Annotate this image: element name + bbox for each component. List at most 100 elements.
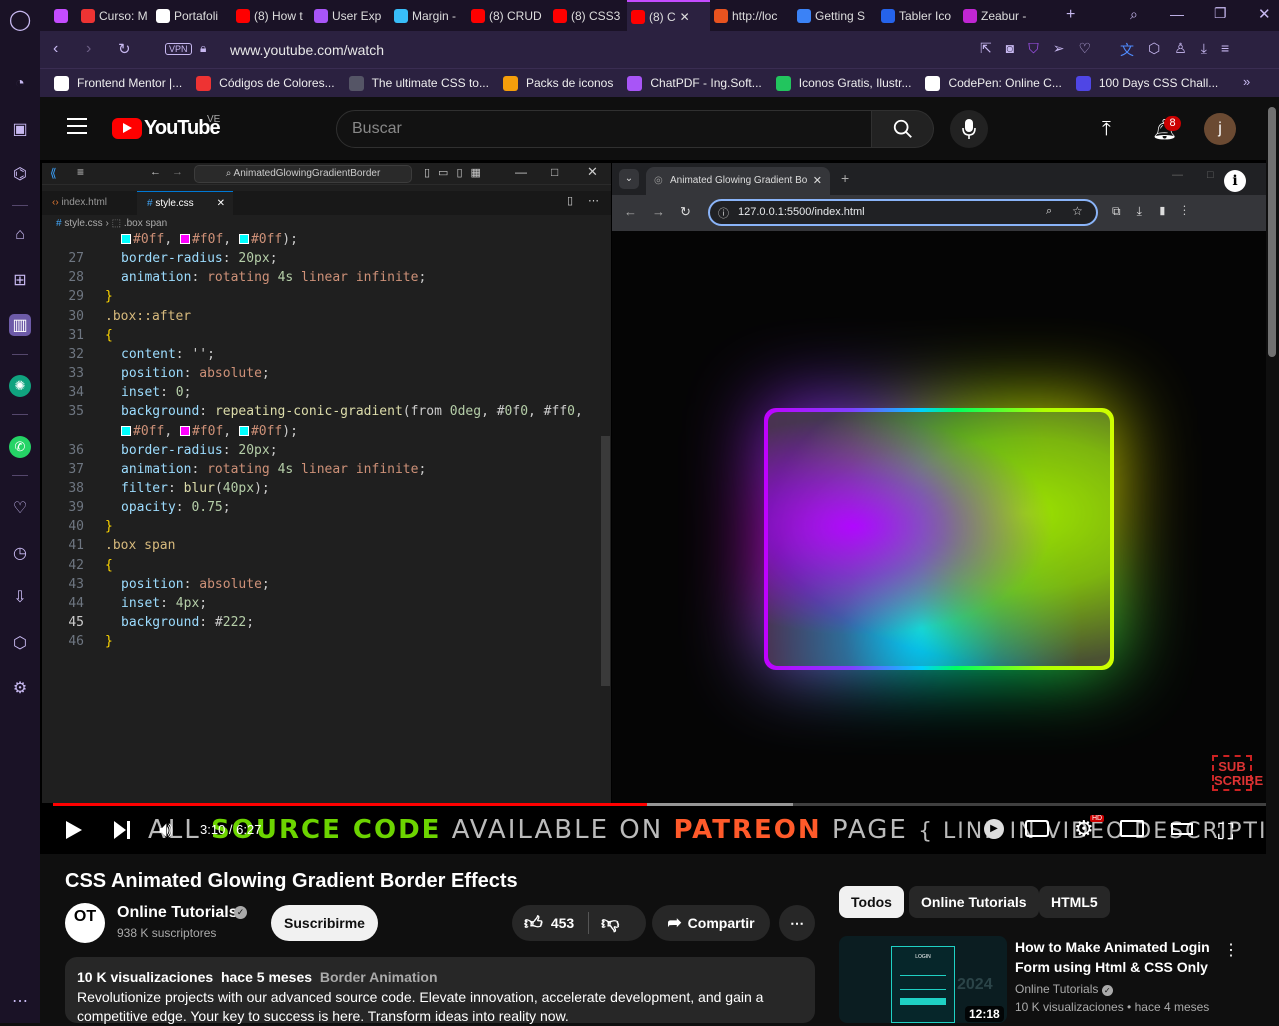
downloads-icon[interactable]: ⇩ xyxy=(9,586,31,608)
bookmark-item[interactable]: Frontend Mentor |... xyxy=(54,75,182,91)
inner-tab[interactable]: ◎ Animated Glowing Gradient Bo ✕ xyxy=(646,167,830,195)
search-tabs-icon[interactable]: ⌕ xyxy=(1130,6,1138,23)
browser-tab[interactable]: (8) CSS3 xyxy=(549,0,627,31)
history-icon[interactable]: ◷ xyxy=(9,542,31,564)
shield-icon[interactable]: ⛉ xyxy=(1028,40,1039,57)
code-line[interactable]: 36 border-radius: 20px; xyxy=(42,441,611,460)
code-line[interactable]: 33 position: absolute; xyxy=(42,364,611,383)
browser-tab[interactable]: (8) C ✕ xyxy=(627,0,710,31)
translate-icon[interactable]: ⽂ xyxy=(1120,40,1134,60)
inner-back-icon[interactable]: ← xyxy=(624,204,637,219)
code-line[interactable]: #0ff, #f0f, #0ff); xyxy=(42,230,611,249)
close-tab-icon[interactable]: ✕ xyxy=(680,10,690,24)
vscode-forward-icon[interactable]: → xyxy=(172,166,183,178)
code-line[interactable]: 43 position: absolute; xyxy=(42,575,611,594)
minimize-icon[interactable]: — xyxy=(1170,6,1184,22)
vscode-command-center[interactable]: ⌕ AnimatedGlowingGradientBorder xyxy=(194,165,412,183)
favorite-heart-icon[interactable]: ♡ xyxy=(1078,40,1091,57)
chip-all[interactable]: Todos xyxy=(839,886,904,918)
chip-channel[interactable]: Online Tutorials xyxy=(909,886,1039,918)
like-count[interactable]: 453 xyxy=(551,915,574,931)
new-tab-icon[interactable]: + xyxy=(1066,6,1075,24)
vscode-menu-icon[interactable]: ≡ xyxy=(77,165,84,179)
bookmark-item[interactable]: Packs de iconos xyxy=(502,75,613,91)
code-line[interactable]: 37 animation: rotating 4s linear infinite… xyxy=(42,460,611,479)
home-icon[interactable]: ⌂ xyxy=(9,224,31,246)
code-line[interactable]: 42 { xyxy=(42,556,611,575)
subscribe-button[interactable]: Suscribirme xyxy=(271,905,378,941)
inner-new-tab-icon[interactable]: + xyxy=(841,170,849,186)
search-button[interactable] xyxy=(872,110,934,148)
tab-style-css[interactable]: # style.css ✕ xyxy=(137,191,233,215)
code-line[interactable]: #0ff, #f0f, #0ff); xyxy=(42,422,611,441)
download-icon[interactable]: ⤓ xyxy=(1201,40,1207,60)
code-line[interactable]: 41 .box span xyxy=(42,536,611,555)
avatar[interactable]: j xyxy=(1204,113,1236,145)
reload-icon[interactable]: ↻ xyxy=(118,40,131,58)
share-button[interactable]: ➦ Compartir xyxy=(652,905,770,941)
theater-mode-icon[interactable] xyxy=(1171,823,1193,835)
inner-url-field[interactable]: ⓘ 127.0.0.1:5500/index.html ⌕ ☆ xyxy=(708,199,1098,226)
share-icon[interactable]: ⇱ xyxy=(980,40,992,57)
page-scrollbar[interactable] xyxy=(1266,97,1279,1023)
code-editor[interactable]: #0ff, #f0f, #0ff); 27 border-radius: 20px;… xyxy=(42,230,611,710)
bookmark-item[interactable]: CodePen: Online C... xyxy=(925,75,1062,91)
bookmark-item[interactable]: Códigos de Colores... xyxy=(196,75,335,91)
breadcrumb-symbol[interactable]: .box span xyxy=(124,218,167,229)
related-thumbnail[interactable]: LOGIN 2024 12:18 xyxy=(839,936,1007,1023)
vpn-badge[interactable]: VPN xyxy=(165,43,192,55)
vscode-minimize-icon[interactable]: — xyxy=(515,165,527,179)
miniplayer-icon[interactable] xyxy=(1120,820,1144,837)
next-icon[interactable] xyxy=(114,821,126,839)
browser-tab[interactable]: http://loc xyxy=(710,0,793,31)
hamburger-menu-icon[interactable] xyxy=(67,118,87,134)
hashtag[interactable]: Border Animation xyxy=(320,969,438,985)
briefcase-icon[interactable]: ▣ xyxy=(9,118,31,140)
bookmark-item[interactable]: 100 Days CSS Chall... xyxy=(1075,75,1218,91)
autoplay-toggle[interactable]: ▶ xyxy=(984,819,1004,839)
play-icon[interactable] xyxy=(66,821,82,839)
opera-logo-icon[interactable]: ◯ xyxy=(9,8,31,31)
browser-tab[interactable]: User Exp xyxy=(310,0,390,31)
fullscreen-icon[interactable]: ⛶ xyxy=(1218,819,1233,845)
like-icon[interactable]: 👍︎ xyxy=(524,912,543,934)
browser-tab[interactable]: (8) How t xyxy=(232,0,310,31)
whatsapp-icon[interactable]: ✆ xyxy=(9,436,31,458)
code-line[interactable]: 38 filter: blur(40px); xyxy=(42,479,611,498)
ai-icon[interactable]: ⌬ xyxy=(9,163,31,185)
vscode-maximize-icon[interactable]: □ xyxy=(551,165,558,179)
bookmark-item[interactable]: The ultimate CSS to... xyxy=(348,75,489,91)
zoom-icon[interactable]: ⌕ xyxy=(1046,205,1052,218)
subtitles-icon[interactable] xyxy=(1025,820,1049,837)
reading-icon[interactable]: ▥ xyxy=(9,314,31,336)
more-icon[interactable]: ⋯ xyxy=(9,990,31,1012)
code-line[interactable]: 45 background: #222; xyxy=(42,613,611,632)
description-box[interactable]: 10 K visualizaciones hace 5 meses Border… xyxy=(65,957,815,1024)
volume-icon[interactable]: 🔊︎ xyxy=(159,817,173,843)
more-actions-button[interactable]: ⋯ xyxy=(779,905,815,941)
inner-forward-icon[interactable]: → xyxy=(652,204,665,219)
browser-tab[interactable] xyxy=(50,0,77,31)
info-icon[interactable]: i xyxy=(1224,170,1246,192)
inner-reload-icon[interactable]: ↻ xyxy=(680,204,691,220)
vscode-back-icon[interactable]: ← xyxy=(150,166,161,178)
code-line[interactable]: 28 animation: rotating 4s linear infinite… xyxy=(42,268,611,287)
code-line[interactable]: 30 .box::after xyxy=(42,307,611,326)
code-line[interactable]: 35 background: repeating-conic-gradient(f… xyxy=(42,402,611,421)
related-more-icon[interactable]: ⋮ xyxy=(1223,940,1239,960)
close-window-icon[interactable]: ✕ xyxy=(1258,5,1271,23)
bookmark-star-icon[interactable]: ☆ xyxy=(1072,204,1083,218)
code-line[interactable]: 44 inset: 4px; xyxy=(42,594,611,613)
extensions-icon[interactable]: ⬡ xyxy=(9,632,31,654)
vscode-close-icon[interactable]: ✕ xyxy=(587,164,598,180)
subscribe-badge[interactable]: SUB SCRIBE xyxy=(1212,755,1263,791)
chatgpt-icon[interactable]: ✺ xyxy=(9,375,31,397)
more-actions-icon[interactable]: ⋯ xyxy=(588,194,599,207)
breadcrumb-file[interactable]: style.css xyxy=(64,218,102,229)
bookmark-item[interactable]: Iconos Gratis, Ilustr... xyxy=(775,75,911,91)
settings-gear-icon[interactable]: ⚙ xyxy=(9,677,31,699)
browser-tab[interactable]: (8) CRUD xyxy=(467,0,549,31)
progress-track[interactable] xyxy=(53,803,1266,806)
browser-tab[interactable]: Margin - xyxy=(390,0,467,31)
bookmark-item[interactable]: ChatPDF - Ing.Soft... xyxy=(627,75,762,91)
